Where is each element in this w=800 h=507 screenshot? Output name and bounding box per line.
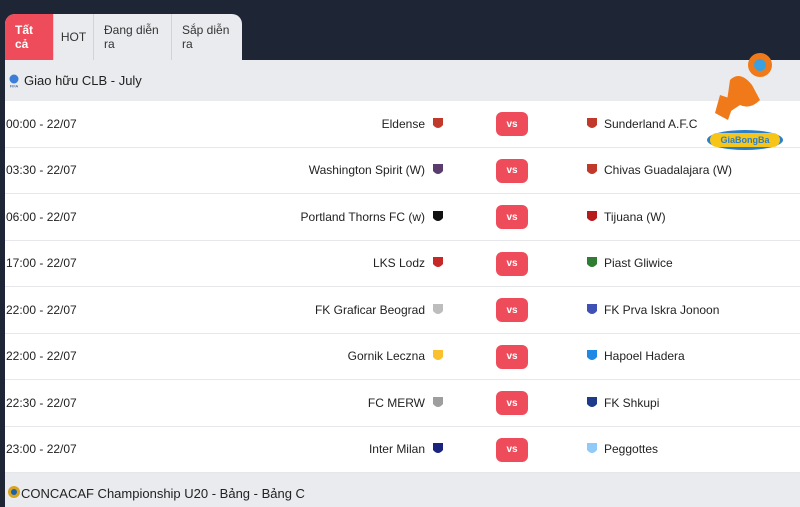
home-team[interactable]: Portland Thorns FC (w) [301,194,445,240]
vs-button[interactable]: vs [496,344,528,369]
match-row[interactable]: 17:00 - 22/07 LKS Lodz vs Piast Gliwice [5,241,800,287]
home-team-name: Gornik Leczna [347,349,425,364]
vs-button[interactable]: vs [496,158,528,183]
home-team-name: LKS Lodz [372,256,425,271]
home-team-name: FC MERW [367,395,425,410]
match-time: 23:00 - 22/07 [6,442,77,457]
away-team[interactable]: FK Prva Iskra Jonoon [585,287,719,333]
match-time: 00:00 - 22/07 [6,116,77,131]
tab-hot[interactable]: HOT [54,14,94,60]
away-team-name: Piast Gliwice [604,256,673,271]
league-name: CONCACAF Championship U20 - Bảng - Bảng … [21,485,305,501]
away-team-crest-icon [585,209,599,225]
home-team-name: Portland Thorns FC (w) [300,209,425,224]
svg-text:GiaBongBa: GiaBongBa [720,135,770,145]
tab-upcoming[interactable]: Sắp diễn ra [172,14,242,60]
away-team-name: Chivas Guadalajara (W) [604,163,733,178]
home-team[interactable]: LKS Lodz [373,241,445,287]
home-team[interactable]: FK Graficar Beograd [315,287,445,333]
home-team[interactable]: Gornik Leczna [348,334,445,380]
away-team-crest-icon [585,255,599,271]
vs-button[interactable]: vs [496,437,528,462]
away-team-name: FK Shkupi [604,395,660,410]
match-time: 22:00 - 22/07 [6,349,77,364]
vs-button[interactable]: vs [496,298,528,322]
away-team[interactable]: FK Shkupi [585,380,659,426]
away-team[interactable]: Piast Gliwice [585,241,673,287]
home-team[interactable]: FC MERW [368,380,445,426]
away-team-crest-icon [585,441,599,457]
match-row[interactable]: 00:00 - 22/07 Eldense vs Sunderland A.F.… [5,101,800,148]
match-row[interactable]: 03:30 - 22/07 Washington Spirit (W) vs C… [5,148,800,194]
home-team-crest-icon [431,209,445,225]
match-row[interactable]: 22:00 - 22/07 FK Graficar Beograd vs FK … [5,287,800,334]
away-team-name: Sunderland A.F.C [604,116,698,131]
match-time: 06:00 - 22/07 [6,209,77,224]
filter-tabs: Tất cả HOT Đang diễn ra Sắp diễn ra [5,14,242,60]
site-logo: GiaBongBa [700,45,790,160]
tab-all[interactable]: Tất cả [5,14,54,60]
away-team[interactable]: Tijuana (W) [585,194,666,240]
fifa-icon: FIFA [7,74,21,88]
concacaf-icon [7,485,21,502]
vs-button[interactable]: vs [496,112,528,136]
vs-button[interactable]: vs [496,251,528,276]
away-team-crest-icon [585,302,599,318]
away-team-crest-icon [585,395,599,411]
svg-text:FIFA: FIFA [10,83,19,88]
away-team-name: Hapoel Hadera [604,349,685,364]
home-team-crest-icon [431,255,445,271]
league-header[interactable]: FIFA Giao hữu CLB - July [5,60,800,101]
away-team-name: Tijuana (W) [604,209,666,224]
away-team[interactable]: Peggottes [585,427,658,473]
away-team-name: FK Prva Iskra Jonoon [604,302,720,317]
match-time: 22:00 - 22/07 [6,302,77,317]
away-team-crest-icon [585,348,599,364]
match-row[interactable]: 23:00 - 22/07 Inter Milan vs Peggottes [5,427,800,473]
match-row[interactable]: 22:30 - 22/07 FC MERW vs FK Shkupi [5,380,800,427]
match-time: 17:00 - 22/07 [6,256,77,271]
home-team[interactable]: Inter Milan [369,427,445,473]
match-list-panel: FIFA Giao hữu CLB - July 00:00 - 22/07 E… [5,60,800,507]
home-team[interactable]: Washington Spirit (W) [309,148,445,194]
match-row[interactable]: 06:00 - 22/07 Portland Thorns FC (w) vs … [5,194,800,241]
match-time: 22:30 - 22/07 [6,395,77,410]
home-team-crest-icon [431,116,445,132]
home-team-name: FK Graficar Beograd [314,302,425,317]
home-team-name: Washington Spirit (W) [308,163,425,178]
tab-live[interactable]: Đang diễn ra [94,14,172,60]
home-team-crest-icon [431,162,445,178]
away-team[interactable]: Sunderland A.F.C [585,101,697,147]
home-team-crest-icon [431,348,445,364]
away-team-crest-icon [585,162,599,178]
home-team-name: Inter Milan [368,442,425,457]
home-team[interactable]: Eldense [382,101,445,147]
away-team[interactable]: Hapoel Hadera [585,334,685,380]
home-team-crest-icon [431,395,445,411]
home-team-name: Eldense [381,116,425,131]
home-team-crest-icon [431,441,445,457]
vs-button[interactable]: vs [496,391,528,415]
match-time: 03:30 - 22/07 [6,163,77,178]
home-team-crest-icon [431,302,445,318]
away-team-name: Peggottes [604,442,659,457]
league-name: Giao hữu CLB - July [24,73,142,88]
vs-button[interactable]: vs [496,205,528,229]
league-header[interactable]: CONCACAF Championship U20 - Bảng - Bảng … [5,473,800,507]
match-row[interactable]: 22:00 - 22/07 Gornik Leczna vs Hapoel Ha… [5,334,800,380]
away-team-crest-icon [585,116,599,132]
